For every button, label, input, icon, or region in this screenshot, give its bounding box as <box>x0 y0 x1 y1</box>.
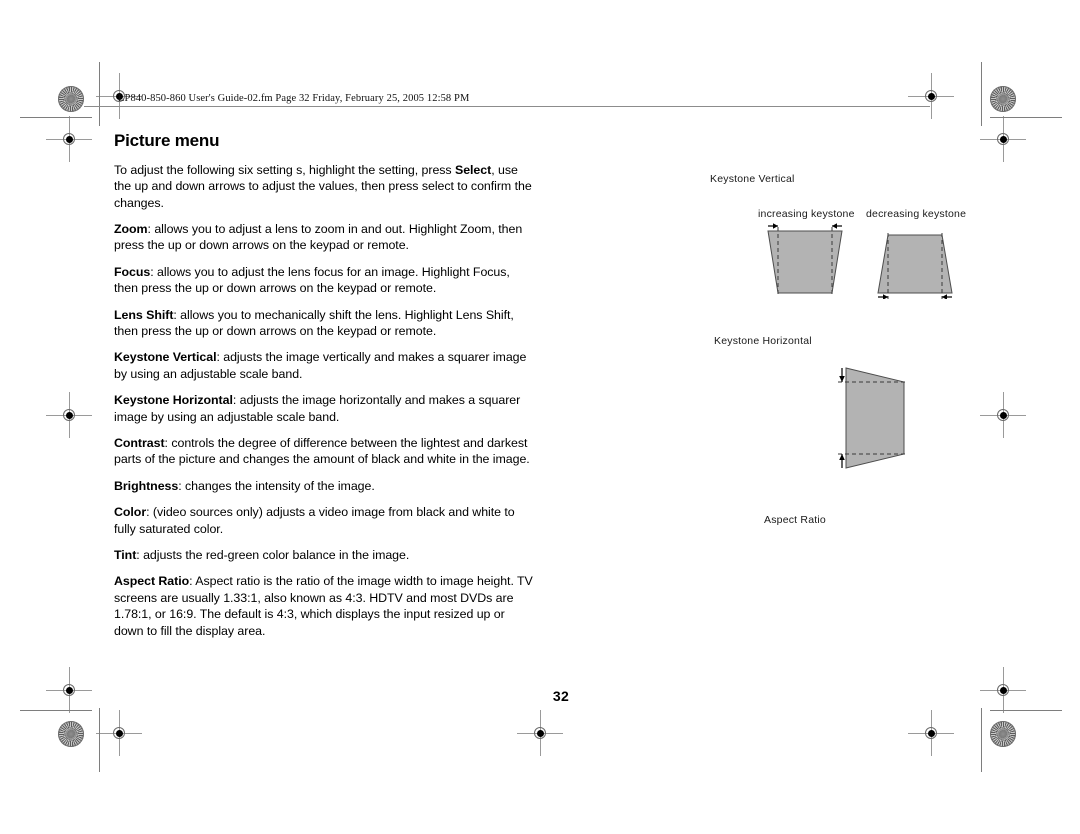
trim-line-top-right <box>990 117 1062 118</box>
paragraph-color: Color: (video sources only) adjusts a vi… <box>114 504 534 537</box>
registration-mark-top-right-inner <box>908 73 954 119</box>
term-color: Color <box>114 505 147 520</box>
keystone-horizontal-diagram <box>838 367 906 469</box>
registration-mark-bottom-center <box>517 710 563 756</box>
figure-label-keystone-horizontal: Keystone Horizontal <box>714 335 812 347</box>
term-lens-shift: Lens Shift <box>114 307 174 322</box>
term-brightness: Brightness <box>114 478 179 493</box>
text-lens-shift: : allows you to mechanically shift the l… <box>114 307 514 338</box>
registration-mark-bottom-left-inner <box>96 710 142 756</box>
decreasing-keystone-arrow-left-head <box>883 294 888 299</box>
caption-decreasing-keystone: decreasing keystone <box>866 208 967 220</box>
caption-increasing-keystone: increasing keystone <box>758 208 855 220</box>
term-keystone-horizontal: Keystone Horizontal <box>114 393 233 408</box>
intro-paragraph: To adjust the following six setting s, h… <box>114 162 534 211</box>
paragraph-aspect-ratio: Aspect Ratio: Aspect ratio is the ratio … <box>114 573 534 639</box>
term-zoom: Zoom <box>114 221 148 236</box>
increasing-keystone-arrow-left-head <box>773 223 778 229</box>
keystone-horizontal-shape <box>845 367 905 469</box>
increasing-keystone-arrow-right-head <box>832 223 837 229</box>
figure-label-aspect-ratio: Aspect Ratio <box>764 514 826 526</box>
registration-mark-left-upper <box>46 116 92 162</box>
trim-line-left-bottom <box>99 708 100 772</box>
page-number-value: 32 <box>552 688 570 704</box>
decreasing-keystone-arrow-right-head <box>942 294 947 299</box>
registration-mark-bottom-right-inner <box>908 710 954 756</box>
star-target-mark-bottom-right <box>990 721 1016 747</box>
paragraph-keystone-vertical: Keystone Vertical: adjusts the image ver… <box>114 349 534 382</box>
figure-keystone-vertical: Keystone Vertical increasing keystone de… <box>700 160 1000 310</box>
registration-mark-left-middle <box>46 392 92 438</box>
term-contrast: Contrast <box>114 435 165 450</box>
figure-column: Keystone Vertical increasing keystone de… <box>700 160 1000 560</box>
intro-bold-select: Select <box>454 162 492 177</box>
paragraph-keystone-horizontal: Keystone Horizontal: adjusts the image h… <box>114 392 534 425</box>
figure-label-keystone-vertical: Keystone Vertical <box>710 173 795 185</box>
figure-aspect-ratio: Aspect Ratio <box>700 500 1000 560</box>
trim-line-bottom-right <box>990 710 1062 711</box>
paragraph-focus: Focus: allows you to adjust the lens foc… <box>114 264 534 297</box>
trim-line-right-top <box>981 62 982 126</box>
term-keystone-vertical: Keystone Vertical <box>114 350 217 365</box>
trim-line-right-bottom <box>981 708 982 772</box>
paragraph-tint: Tint: adjusts the red-green color balanc… <box>114 547 534 563</box>
text-tint: : adjusts the red-green color balance in… <box>136 548 410 562</box>
keystone-horizontal-arrow-top-head <box>839 376 845 382</box>
text-contrast: : controls the degree of difference betw… <box>114 435 530 467</box>
page-number: 32 <box>0 688 1080 704</box>
paragraph-contrast: Contrast: controls the degree of differe… <box>114 435 534 468</box>
intro-pre: To adjust the following six setting s, h… <box>114 162 455 177</box>
text-brightness: : changes the intensity of the image. <box>178 478 375 493</box>
keystone-vertical-diagram <box>767 223 953 299</box>
paragraph-lens-shift: Lens Shift: allows you to mechanically s… <box>114 307 534 340</box>
trim-line-bottom-left <box>20 710 92 711</box>
star-target-mark-bottom-left <box>58 721 84 747</box>
text-focus: : allows you to adjust the lens focus fo… <box>114 264 510 296</box>
keystone-horizontal-arrow-bottom-head <box>839 454 845 460</box>
text-color: : (video sources only) adjusts a video i… <box>114 505 515 536</box>
paragraph-brightness: Brightness: changes the intensity of the… <box>114 478 534 494</box>
decreasing-keystone-shape <box>877 234 953 294</box>
term-tint: Tint <box>114 548 137 562</box>
star-target-mark-top-left <box>58 86 84 112</box>
term-aspect-ratio: Aspect Ratio <box>114 574 190 589</box>
header-rule <box>84 106 930 107</box>
file-header-text: LP840-850-860 User's Guide-02.fm Page 32… <box>118 93 470 104</box>
trim-line-left-top <box>99 62 100 126</box>
increasing-keystone-shape <box>767 230 843 294</box>
star-target-mark-top-right <box>990 86 1016 112</box>
registration-mark-right-upper <box>980 116 1026 162</box>
term-focus: Focus <box>114 264 151 279</box>
trim-line-top-left <box>20 117 92 118</box>
text-zoom: : allows you to adjust a lens to zoom in… <box>114 221 523 253</box>
main-text-column: Picture menu To adjust the following six… <box>114 131 534 649</box>
page-title: Picture menu <box>114 131 220 150</box>
figure-keystone-horizontal: Keystone Horizontal <box>700 310 1000 500</box>
paragraph-zoom: Zoom: allows you to adjust a lens to zoo… <box>114 221 534 254</box>
